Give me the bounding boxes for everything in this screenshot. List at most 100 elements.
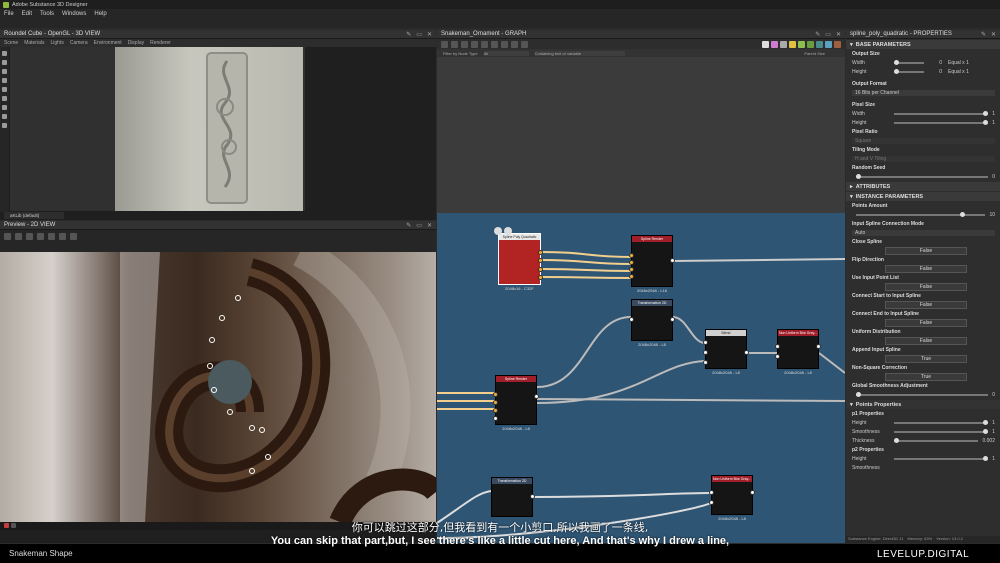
output-port[interactable] xyxy=(538,275,543,280)
pixel-node-icon[interactable] xyxy=(834,40,841,48)
layout-icon[interactable] xyxy=(521,40,528,48)
prop-p1-height[interactable]: Height 1 xyxy=(846,418,1000,427)
input-port[interactable] xyxy=(629,253,634,258)
blend-node-icon[interactable] xyxy=(807,40,814,48)
node-spline-render-2[interactable]: Spline Render 2048x2048 - L8 xyxy=(493,375,539,431)
output-port[interactable] xyxy=(744,350,749,355)
gray-node-icon[interactable] xyxy=(780,40,787,48)
frame-tool-icon[interactable] xyxy=(461,40,468,48)
fit-icon[interactable] xyxy=(37,233,44,240)
info-icon[interactable] xyxy=(70,233,77,240)
curve-node-icon[interactable] xyxy=(825,40,832,48)
prop-non-square-toggle[interactable]: True xyxy=(885,372,967,381)
section-points-properties[interactable]: ▾ Points Properties xyxy=(846,400,1000,409)
search-icon[interactable] xyxy=(481,40,488,48)
align-tool-icon[interactable] xyxy=(471,40,478,48)
prop-points-amount[interactable]: 10 xyxy=(846,210,1000,219)
output-port[interactable] xyxy=(816,344,821,349)
input-port[interactable] xyxy=(709,500,714,505)
prop-output-height[interactable]: Height 0 Equal x 1 xyxy=(846,67,1000,76)
camera-tool-icon[interactable] xyxy=(2,51,7,56)
input-port[interactable] xyxy=(775,344,780,349)
close-icon[interactable]: ✕ xyxy=(991,31,996,38)
prop-output-format-select[interactable]: 16 Bits per Channel xyxy=(846,88,1000,97)
prop-p2-height[interactable]: Height 1 xyxy=(846,454,1000,463)
menu-help[interactable]: Help xyxy=(94,11,106,17)
node-preview-icon[interactable] xyxy=(494,227,502,235)
tab-materials[interactable]: Materials xyxy=(24,40,44,46)
input-port[interactable] xyxy=(493,408,498,413)
section-base-parameters[interactable]: ▾ BASE PARAMETERS xyxy=(846,40,1000,49)
node-spline-poly-quadratic[interactable]: Spline Poly Quadratic 2048x16 - C32F xyxy=(498,233,543,291)
copy-icon[interactable] xyxy=(26,233,33,240)
tab-camera[interactable]: Camera xyxy=(70,40,88,46)
zoom-icon[interactable] xyxy=(48,233,55,240)
grid-tool-icon[interactable] xyxy=(2,87,7,92)
input-port[interactable] xyxy=(703,350,708,355)
blur-node-icon[interactable] xyxy=(816,40,823,48)
viewport-3d[interactable] xyxy=(10,47,305,211)
comment-icon[interactable] xyxy=(491,40,498,48)
input-port[interactable] xyxy=(629,274,634,279)
tab-environment[interactable]: Environment xyxy=(94,40,122,46)
input-port[interactable] xyxy=(709,490,714,495)
output-port[interactable] xyxy=(750,490,755,495)
pin-icon[interactable]: ✎ xyxy=(406,31,411,38)
section-instance-parameters[interactable]: ▾ INSTANCE PARAMETERS xyxy=(846,192,1000,201)
prop-p1-thickness[interactable]: Thickness 0.002 xyxy=(846,436,1000,445)
input-port[interactable] xyxy=(493,416,498,421)
input-port[interactable] xyxy=(703,360,708,365)
node-spline-render[interactable]: Spline Render 2048x2048 - L16 xyxy=(629,235,675,293)
menu-tools[interactable]: Tools xyxy=(40,11,54,17)
select-tool-icon[interactable] xyxy=(441,40,448,48)
prop-input-conn-select[interactable]: Auto xyxy=(846,228,1000,237)
prop-uniform-dist-toggle[interactable]: False xyxy=(885,336,967,345)
filter-select[interactable]: All xyxy=(483,50,529,56)
node-blend[interactable]: Blend 2048x2048 - L8 xyxy=(703,329,749,375)
pan-tool-icon[interactable] xyxy=(451,40,458,48)
prop-pixel-ratio-select[interactable]: Square xyxy=(846,136,1000,145)
mesh-tool-icon[interactable] xyxy=(2,105,7,110)
prop-flip-direction-toggle[interactable]: False xyxy=(885,264,967,273)
tab-scene[interactable]: Scene xyxy=(4,40,18,46)
prop-p2-smoothness[interactable]: Smoothness xyxy=(846,463,1000,472)
input-port[interactable] xyxy=(629,317,634,322)
axis-tool-icon[interactable] xyxy=(2,114,7,119)
color-node-icon[interactable] xyxy=(771,40,778,48)
node-transformation-2d[interactable]: Transformation 2D 2048x2048 - L8 xyxy=(629,299,675,347)
graph-frame[interactable]: Spline Poly Quadratic 2048x16 - C32F Spl… xyxy=(437,213,845,543)
menu-windows[interactable]: Windows xyxy=(62,11,86,17)
prop-connect-end-toggle[interactable]: False xyxy=(885,318,967,327)
output-port[interactable] xyxy=(538,267,543,272)
tab-lights[interactable]: Lights xyxy=(50,40,63,46)
prop-output-width[interactable]: Width 0 Equal x 1 xyxy=(846,58,1000,67)
light-tool-icon[interactable] xyxy=(2,60,7,65)
output-port[interactable] xyxy=(538,258,543,263)
display-tool-icon[interactable] xyxy=(2,78,7,83)
menu-file[interactable]: File xyxy=(4,11,14,17)
prop-connect-start-toggle[interactable]: False xyxy=(885,300,967,309)
pin-icon[interactable]: ✎ xyxy=(406,222,411,229)
node-expand-icon[interactable] xyxy=(504,227,512,235)
output-port[interactable] xyxy=(530,494,535,499)
stats-tool-icon[interactable] xyxy=(2,123,7,128)
output-port[interactable] xyxy=(534,394,539,399)
input-port[interactable] xyxy=(493,400,498,405)
pen-icon[interactable] xyxy=(59,233,66,240)
channel-icon[interactable] xyxy=(4,233,11,240)
input-port[interactable] xyxy=(703,340,708,345)
menu-edit[interactable]: Edit xyxy=(22,11,32,17)
tab-display[interactable]: Display xyxy=(128,40,144,46)
output-port[interactable] xyxy=(538,250,543,255)
input-port[interactable] xyxy=(629,260,634,265)
prop-use-input-point-toggle[interactable]: False xyxy=(885,282,967,291)
node-non-uniform-blur-2[interactable]: Non Uniform Blur Gray... 2048x2048 - L8 xyxy=(709,475,755,521)
tab-renderer[interactable]: Renderer xyxy=(150,40,171,46)
prop-global-smooth[interactable]: 0 xyxy=(846,390,1000,399)
pin-icon[interactable]: ✎ xyxy=(815,31,820,38)
env-select[interactable]: aKLib (default) xyxy=(4,212,64,219)
pin-icon[interactable]: ✎ xyxy=(981,31,986,38)
section-attributes[interactable]: ▸ ATTRIBUTES xyxy=(846,182,1000,191)
pin-node-icon[interactable] xyxy=(511,40,518,48)
graph-search-input[interactable]: Containing text or variable xyxy=(534,50,625,56)
